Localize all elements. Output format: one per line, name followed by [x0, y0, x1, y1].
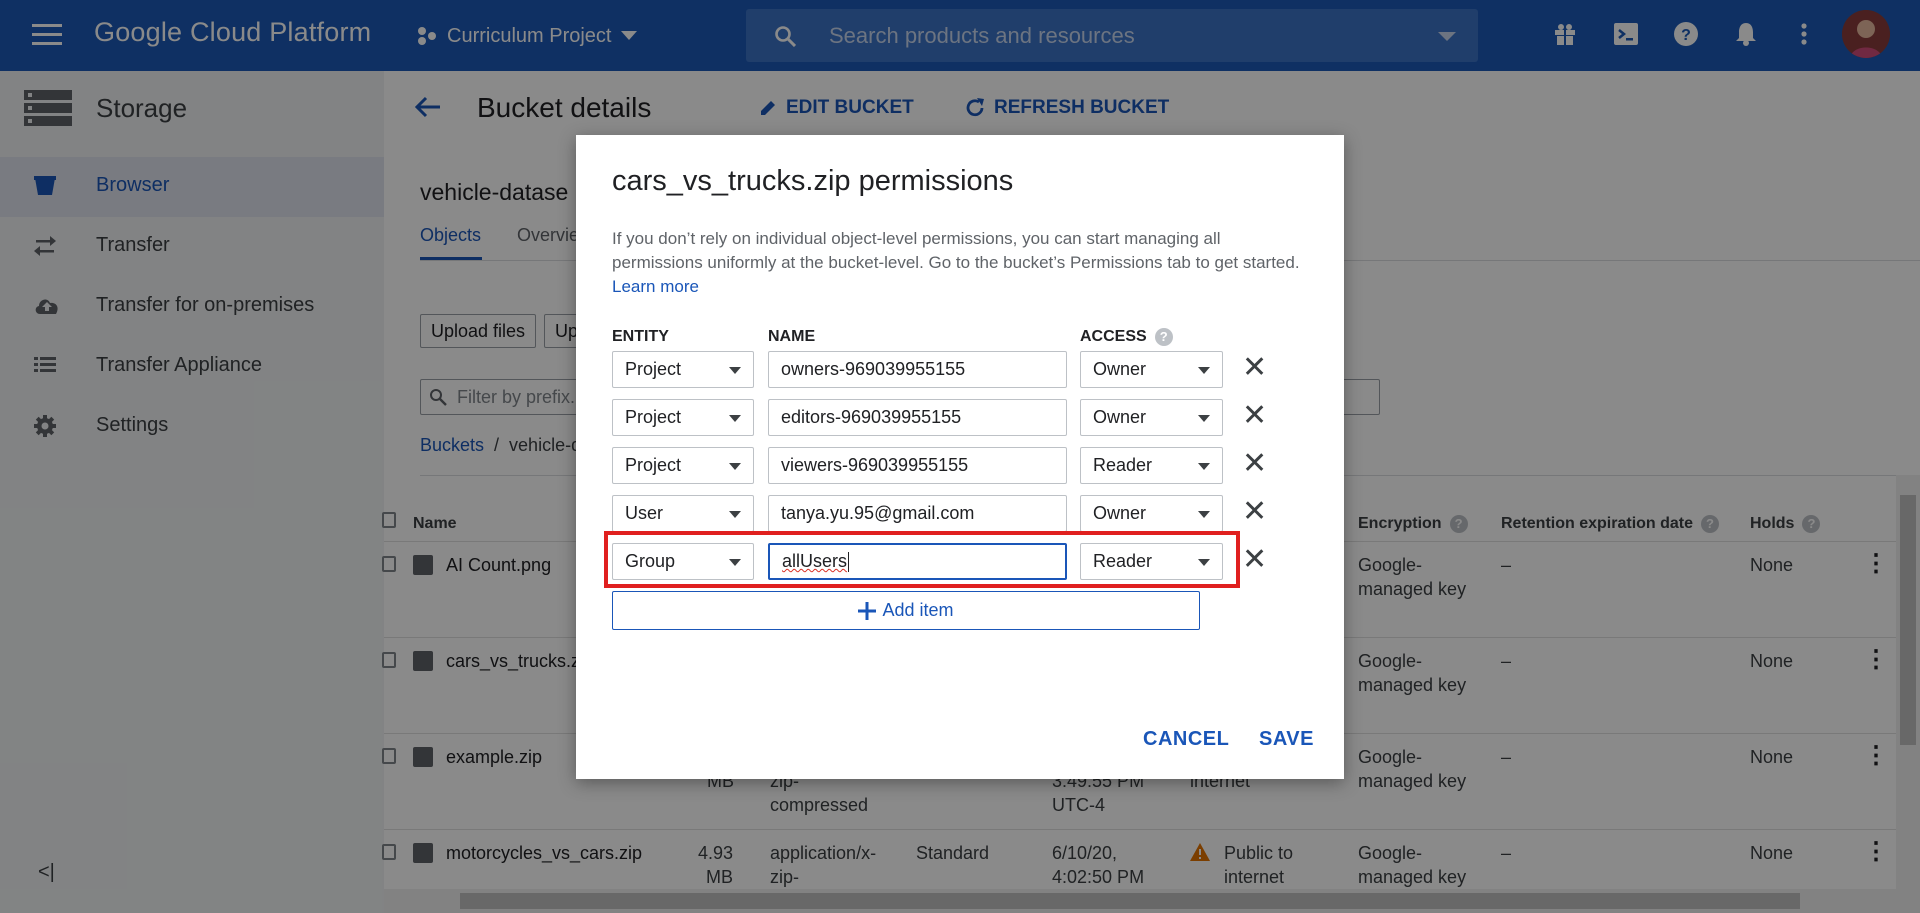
remove-entry-icon[interactable]: ✕: [1242, 497, 1267, 527]
save-button[interactable]: SAVE: [1259, 728, 1314, 751]
access-value: Reader: [1093, 455, 1153, 475]
name-input[interactable]: owners-969039955155: [768, 351, 1067, 388]
entity-value: Project: [625, 359, 682, 379]
dialog-description: If you don’t rely on individual object-l…: [612, 227, 1302, 299]
entity-select[interactable]: Project: [612, 447, 754, 484]
access-label: ACCESS: [1080, 328, 1147, 345]
entity-value: User: [625, 503, 664, 523]
entity-value: Project: [625, 455, 682, 475]
dropdown-caret-icon: [729, 415, 741, 422]
entity-select[interactable]: Project: [612, 399, 754, 436]
learn-more-link[interactable]: Learn more: [612, 277, 699, 296]
access-select[interactable]: Owner: [1080, 495, 1223, 532]
dropdown-caret-icon: [1198, 367, 1210, 374]
dropdown-caret-icon: [1198, 511, 1210, 518]
add-item-button[interactable]: Add item: [612, 591, 1200, 630]
access-select[interactable]: Reader: [1080, 447, 1223, 484]
plus-icon: [858, 601, 877, 620]
dropdown-caret-icon: [1198, 415, 1210, 422]
dropdown-caret-icon: [729, 367, 741, 374]
dropdown-caret-icon: [1198, 463, 1210, 470]
access-select[interactable]: Owner: [1080, 399, 1223, 436]
name-input[interactable]: viewers-969039955155: [768, 447, 1067, 484]
remove-entry-icon[interactable]: ✕: [1242, 545, 1267, 575]
cancel-button[interactable]: CANCEL: [1143, 728, 1229, 751]
remove-entry-icon[interactable]: ✕: [1242, 401, 1267, 431]
add-item-label: Add item: [882, 600, 954, 620]
name-input[interactable]: tanya.yu.95@gmail.com: [768, 495, 1067, 532]
access-value: Owner: [1093, 503, 1147, 523]
entity-select[interactable]: Project: [612, 351, 754, 388]
help-icon[interactable]: ?: [1154, 328, 1173, 346]
access-select[interactable]: Owner: [1080, 351, 1223, 388]
remove-entry-icon[interactable]: ✕: [1242, 353, 1267, 383]
dialog-title: cars_vs_trucks.zip permissions: [612, 165, 1014, 197]
access-value: Owner: [1093, 359, 1147, 379]
highlight-annotation: [604, 531, 1240, 588]
dropdown-caret-icon: [729, 463, 741, 470]
dropdown-caret-icon: [729, 511, 741, 518]
entity-value: Project: [625, 407, 682, 427]
entity-select[interactable]: User: [612, 495, 754, 532]
description-text: If you don’t rely on individual object-l…: [612, 229, 1300, 272]
entity-column-header: ENTITY: [612, 328, 669, 345]
access-value: Owner: [1093, 407, 1147, 427]
permissions-dialog: cars_vs_trucks.zip permissions If you do…: [576, 135, 1344, 779]
access-column-header: ACCESS ?: [1080, 328, 1173, 346]
remove-entry-icon[interactable]: ✕: [1242, 449, 1267, 479]
name-column-header: NAME: [768, 328, 816, 345]
name-input[interactable]: editors-969039955155: [768, 399, 1067, 436]
